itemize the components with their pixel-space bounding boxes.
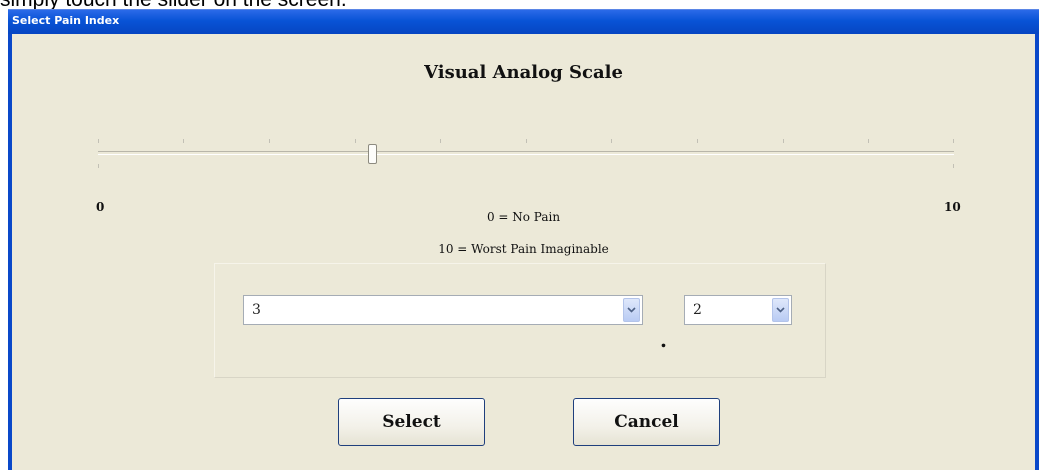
decimal-separator: . [660,328,667,352]
slider-tick [98,139,99,143]
slider-tick [355,139,356,143]
slider-tick [953,139,954,143]
slider-track[interactable] [98,151,954,155]
slider-tick [697,139,698,143]
slider-tick [953,164,954,168]
chevron-down-icon[interactable] [623,298,640,322]
slider-tick [526,139,527,143]
decimal-value: 2 [693,302,702,318]
window-client-area: Visual Analog Scale 0 10 0 = No Pain 10 … [12,34,1035,470]
slider-tick [183,139,184,143]
slider-tick [783,139,784,143]
decimal-select[interactable]: 2 [684,295,792,325]
select-pain-index-window: Select Pain Index Visual Analog Scale 0 … [8,9,1039,470]
window-title: Select Pain Index [12,14,120,27]
legend-worst-pain: 10 = Worst Pain Imaginable [438,242,609,256]
slider-tick [611,139,612,143]
chevron-down-icon[interactable] [772,298,789,322]
select-button[interactable]: Select [338,398,485,446]
scale-heading: Visual Analog Scale [424,62,623,83]
slider-thumb[interactable] [367,144,377,164]
window-titlebar[interactable]: Select Pain Index [8,10,1039,34]
legend-no-pain: 0 = No Pain [486,210,561,224]
slider-tick [868,139,869,143]
instruction-caption: simply touch the slider on the screen. [0,0,347,10]
cancel-button[interactable]: Cancel [573,398,720,446]
whole-number-select[interactable]: 3 [243,295,643,325]
whole-number-value: 3 [252,302,261,318]
slider-tick [269,139,270,143]
slider-tick [98,164,99,168]
slider-tick [440,139,441,143]
